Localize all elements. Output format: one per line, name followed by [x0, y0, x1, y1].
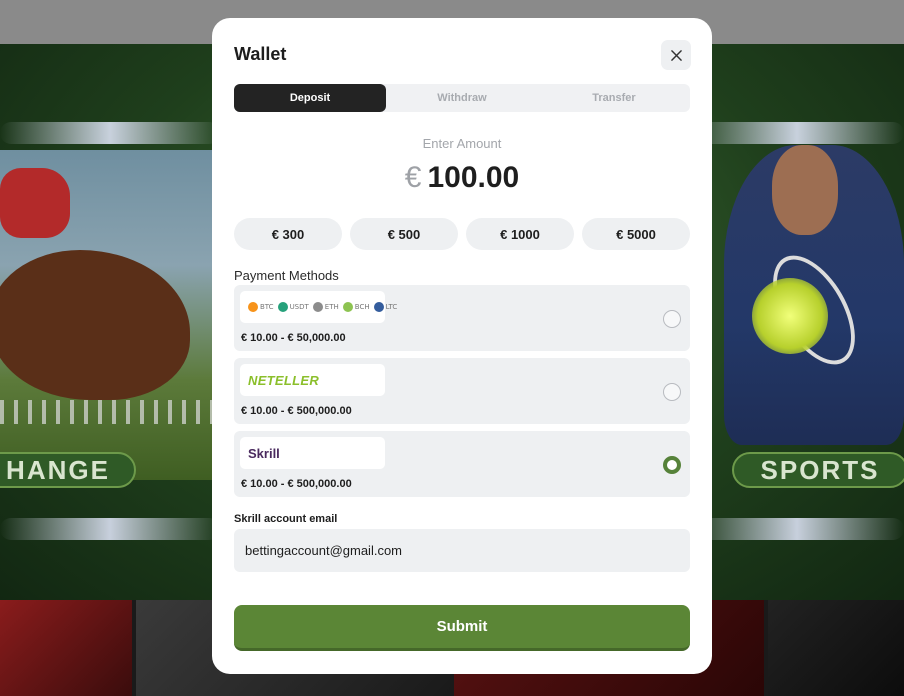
close-button[interactable] — [661, 40, 691, 70]
payment-methods-label: Payment Methods — [234, 268, 339, 283]
wallet-tabs: Deposit Withdraw Transfer — [234, 84, 690, 112]
skrill-logo-text: Skrill — [248, 445, 280, 461]
email-label: Skrill account email — [234, 513, 338, 525]
preset-300-button[interactable]: € 300 — [234, 218, 342, 250]
tennis-player-head — [772, 145, 838, 235]
close-icon — [670, 49, 682, 61]
game-tile[interactable] — [0, 600, 132, 696]
neteller-logo: NETELLER — [240, 364, 385, 396]
submit-button[interactable]: Submit — [234, 605, 690, 651]
payment-method-neteller[interactable]: NETELLER € 10.00 - € 500,000.00 — [234, 358, 690, 424]
payment-range: € 10.00 - € 500,000.00 — [241, 478, 352, 490]
payment-range: € 10.00 - € 500,000.00 — [241, 405, 352, 417]
bch-icon — [342, 302, 353, 312]
amount-input[interactable]: €100.00 — [212, 161, 712, 195]
exchange-banner-label: HANGE — [6, 454, 110, 485]
tennis-ball-image — [752, 278, 828, 354]
coin-tag: BCH — [354, 303, 370, 311]
wallet-modal: Wallet Deposit Withdraw Transfer Enter A… — [212, 18, 712, 674]
sports-banner[interactable]: SPORTS — [732, 452, 904, 488]
light-streak — [690, 122, 904, 144]
tab-withdraw[interactable]: Withdraw — [386, 84, 538, 112]
light-streak — [0, 518, 220, 540]
light-streak — [690, 518, 904, 540]
coin-tag: BTC — [260, 303, 274, 311]
ltc-icon — [373, 302, 384, 312]
tab-deposit[interactable]: Deposit — [234, 84, 386, 112]
exchange-banner[interactable]: HANGE — [0, 452, 136, 488]
amount-presets: € 300 € 500 € 1000 € 5000 — [234, 218, 690, 250]
skrill-logo: Skrill — [240, 437, 385, 469]
usdt-icon — [277, 302, 288, 312]
sports-banner-label: SPORTS — [760, 454, 880, 485]
coin-tag: LTC — [385, 303, 398, 311]
preset-1000-button[interactable]: € 1000 — [466, 218, 574, 250]
amount-value: 100.00 — [427, 161, 520, 194]
tab-transfer[interactable]: Transfer — [538, 84, 690, 112]
neteller-logo-text: NETELLER — [248, 372, 320, 388]
fence-image — [0, 400, 212, 424]
coin-tag: USDT — [289, 303, 309, 311]
payment-range: € 10.00 - € 50,000.00 — [241, 332, 346, 344]
eth-icon — [312, 302, 323, 312]
payment-method-crypto[interactable]: BTC USDT ETH BCH LTC € 10.00 - € 50,000.… — [234, 285, 690, 351]
light-streak — [0, 122, 220, 144]
btc-icon — [248, 302, 258, 312]
crypto-logo: BTC USDT ETH BCH LTC — [240, 291, 397, 323]
currency-symbol: € — [404, 161, 422, 194]
payment-radio[interactable] — [663, 383, 681, 401]
modal-title: Wallet — [234, 44, 287, 64]
amount-label: Enter Amount — [422, 136, 502, 151]
payment-method-skrill[interactable]: Skrill € 10.00 - € 500,000.00 — [234, 431, 690, 497]
game-tile[interactable] — [768, 600, 904, 696]
crypto-coins: BTC USDT ETH BCH LTC — [248, 302, 399, 312]
payment-radio-selected[interactable] — [663, 456, 681, 474]
preset-500-button[interactable]: € 500 — [350, 218, 458, 250]
email-field[interactable] — [234, 529, 690, 572]
coin-tag: ETH — [324, 303, 339, 311]
preset-5000-button[interactable]: € 5000 — [582, 218, 690, 250]
payment-radio[interactable] — [663, 310, 681, 328]
jockey-image — [0, 168, 70, 238]
